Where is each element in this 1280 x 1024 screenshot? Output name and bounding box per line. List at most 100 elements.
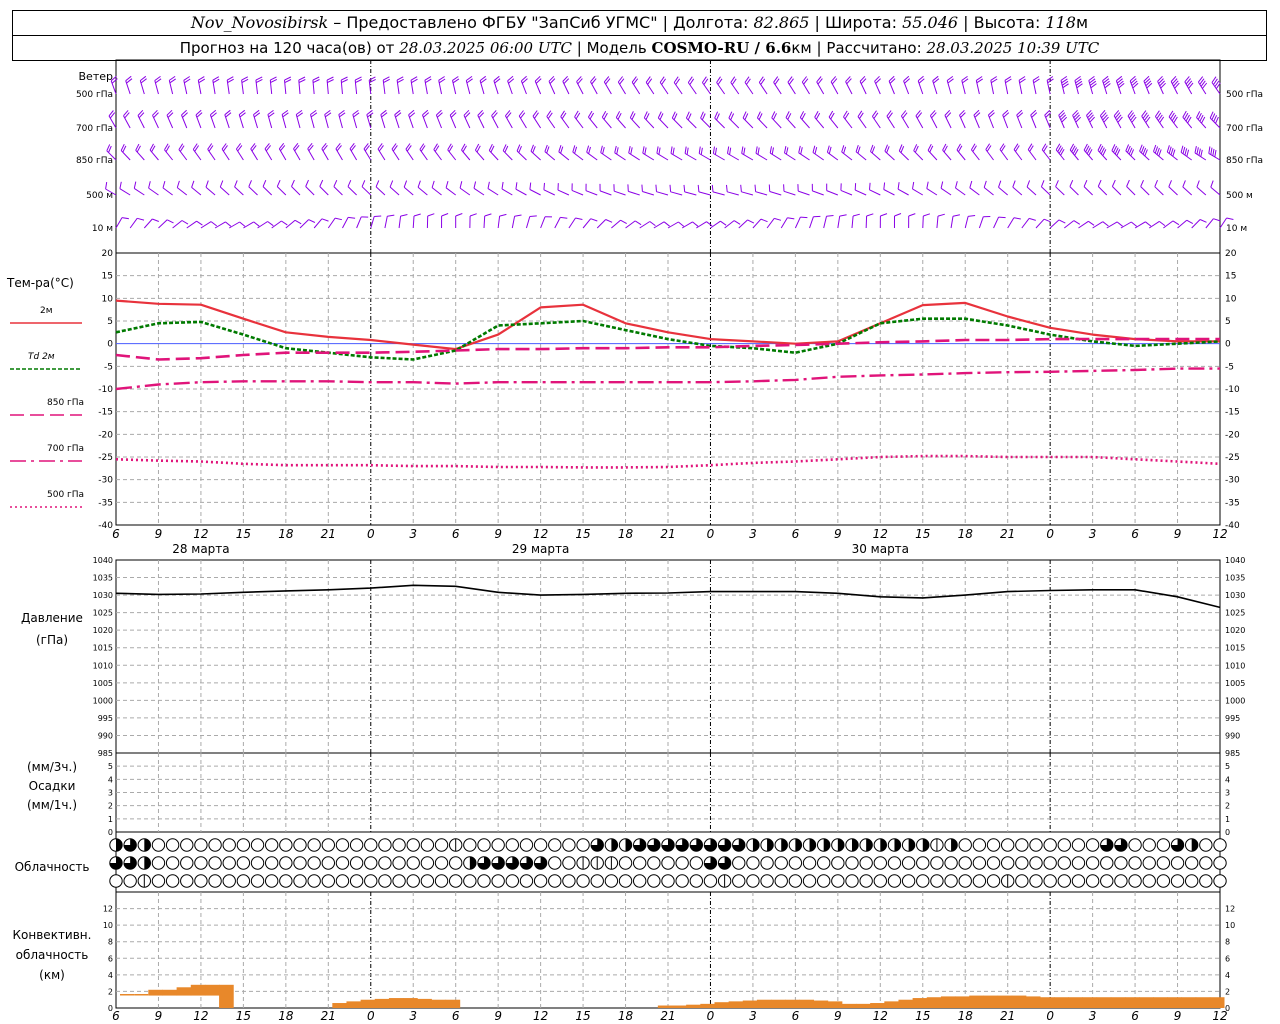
cloud-symbol	[859, 874, 873, 888]
conv-cloud-bar	[1124, 997, 1140, 1008]
conv-cloud-bar	[190, 984, 206, 996]
cloud-symbol	[831, 874, 845, 888]
wind-barb-feather	[656, 146, 659, 154]
cloud-symbol-half	[823, 838, 830, 852]
cloud-symbol	[1184, 874, 1199, 888]
wind-barb	[596, 219, 607, 229]
wind-barb	[614, 190, 626, 196]
wind-barb-feather	[785, 147, 789, 155]
temp-tick-left: -10	[98, 385, 113, 395]
temp-legend-label: 500 гПа	[47, 490, 84, 500]
wind-barb-feather	[1026, 180, 1031, 188]
wind-barb	[983, 187, 994, 196]
wind-barb	[1097, 186, 1108, 196]
wind-barb	[769, 191, 782, 196]
wind-barb	[585, 190, 598, 196]
pressure-tick-left: 985	[98, 749, 113, 758]
wind-barb-feather	[630, 147, 633, 155]
time-tick-label: 15	[915, 527, 930, 541]
wind-barb-feather	[784, 146, 787, 154]
wind-barb	[684, 191, 697, 196]
cloud-symbol	[208, 856, 222, 870]
wind-barb-feather	[1159, 220, 1166, 227]
wind-barb	[375, 186, 386, 196]
cloud-symbol	[816, 856, 831, 870]
temp-tick-left: -25	[98, 453, 113, 463]
cloud-symbol	[802, 856, 817, 870]
wind-barb	[667, 221, 679, 229]
wind-barb-feather	[586, 145, 590, 153]
cloud-symbol	[1043, 856, 1057, 870]
pressure-tick-right: 1025	[1225, 609, 1245, 618]
cloud-symbol	[434, 874, 449, 888]
wind-barb-feather	[166, 219, 174, 224]
cloud-symbol	[873, 856, 888, 870]
wind-barb-feather	[530, 144, 534, 152]
wind-barb	[271, 220, 282, 229]
time-tick-label-bottom: 3	[749, 1009, 757, 1023]
cloud-symbol	[930, 856, 944, 870]
conv-cloud-bar	[1096, 997, 1112, 1008]
cloud-symbol	[349, 856, 364, 870]
cloud-symbol	[1085, 856, 1100, 870]
cloud-symbol	[335, 838, 350, 852]
wind-barb	[370, 216, 375, 229]
pressure-unit-label: (гПа)	[36, 633, 68, 647]
conv-cloud-bar	[955, 996, 970, 1008]
time-tick-label-bottom: 12	[533, 1009, 548, 1023]
wind-barb-feather	[912, 181, 915, 189]
wind-barb	[248, 186, 258, 196]
conv-tick-right: 4	[1225, 971, 1230, 980]
wind-barb-feather	[574, 146, 578, 154]
wind-barb-feather	[588, 146, 591, 154]
wind-barb-feather	[1116, 221, 1123, 227]
pressure-tick-left: 990	[98, 731, 113, 740]
conv-cloud-bar	[657, 1005, 673, 1008]
wind-barb	[162, 187, 173, 196]
time-tick-label-bottom: 12	[1212, 1009, 1227, 1023]
temp-legend-label: Td 2м	[28, 352, 55, 362]
wind-barb-feather	[706, 221, 713, 227]
cloud-symbol	[1114, 874, 1128, 888]
conv-tick-left: 4	[108, 971, 113, 980]
wind-barb-feather	[400, 214, 408, 217]
wind-barb-feather	[387, 214, 395, 217]
wind-barb-feather	[658, 147, 661, 155]
cloud-symbol-half	[781, 838, 788, 852]
wind-barb-feather	[684, 146, 687, 154]
time-tick-label: 3	[1089, 527, 1097, 541]
wind-barb-feather	[685, 111, 690, 119]
time-tick-label: 18	[278, 527, 294, 541]
conv-cloud-bar	[1011, 995, 1027, 1008]
precip-tick-left: 0	[108, 828, 113, 837]
wind-barb	[134, 187, 145, 196]
wind-barb	[1083, 186, 1093, 196]
wind-barb-feather	[1182, 180, 1186, 188]
pressure-tick-left: 1010	[93, 661, 113, 670]
precip-tick-left: 2	[108, 802, 113, 811]
wind-barb-feather	[826, 145, 830, 153]
pressure-tick-right: 985	[1225, 749, 1240, 758]
time-tick-label: 3	[749, 527, 757, 541]
cloud-symbol	[1184, 856, 1199, 870]
cloud-symbol	[1071, 838, 1086, 852]
wind-barb	[837, 216, 841, 229]
wind-barb-feather	[210, 221, 218, 227]
cloud-symbol	[1156, 856, 1171, 870]
pressure-tick-left: 1000	[93, 696, 113, 705]
wind-barb-feather	[1069, 179, 1074, 187]
cloud-symbol	[194, 874, 208, 888]
wind-barb	[1049, 219, 1060, 229]
pressure-tick-right: 1030	[1225, 591, 1245, 600]
cloud-symbol	[548, 856, 562, 870]
wind-barb-feather	[998, 180, 1002, 188]
wind-barb-feather	[515, 182, 518, 190]
pressure-tick-left: 995	[98, 714, 113, 723]
wind-barb-feather	[628, 145, 631, 154]
cloud-symbol-half	[469, 856, 477, 870]
time-tick-label: 0	[367, 527, 375, 541]
wind-barb-feather	[590, 218, 598, 222]
wind-barb-feather	[1210, 147, 1213, 155]
cloud-symbol	[109, 874, 123, 888]
wind-barb-feather	[294, 219, 302, 225]
